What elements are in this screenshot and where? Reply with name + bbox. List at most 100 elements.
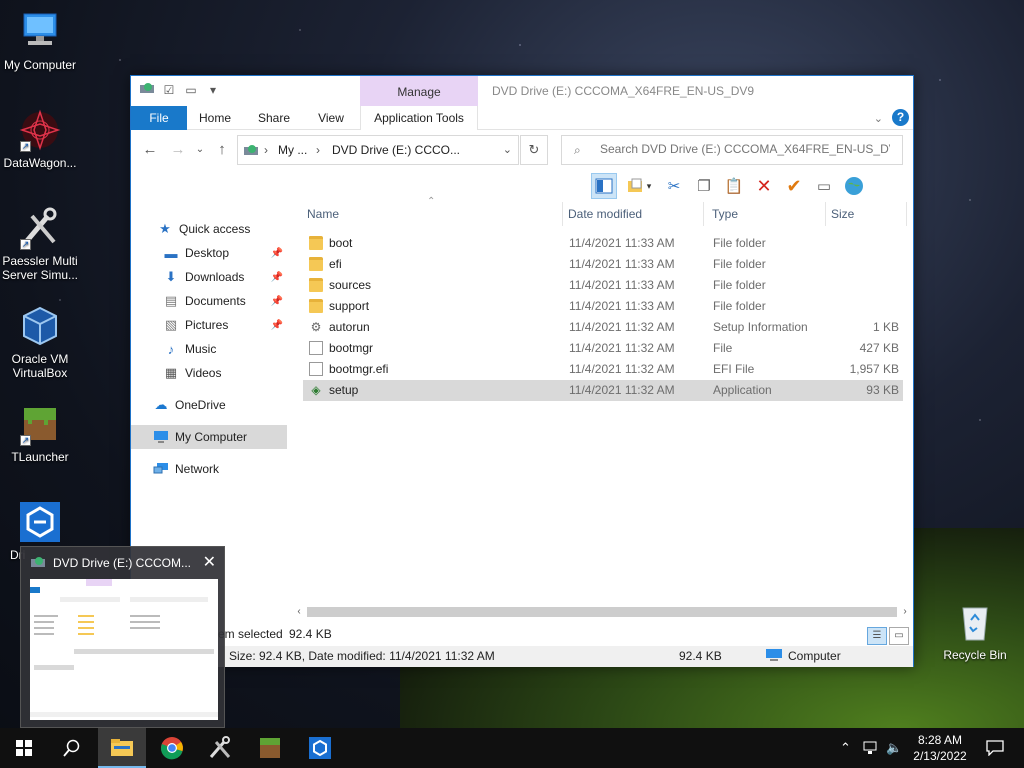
cut-icon[interactable]: ✂ <box>661 173 687 199</box>
ribbon-tabs: File Home Share View Application Tools <box>131 106 913 130</box>
clock[interactable]: 8:28 AM 2/13/2022 <box>908 732 972 764</box>
title-bar: ☑ ▭ ▾ Manage DVD Drive (E:) CCCOMA_X64FR… <box>131 76 913 106</box>
column-header-size[interactable]: Size <box>827 202 907 226</box>
customize-qat-icon[interactable]: ▾ <box>205 82 221 98</box>
breadcrumb-dvd-drive[interactable]: DVD Drive (E:) CCCO... <box>332 143 460 157</box>
nav-item-documents[interactable]: ▤ Documents 📌 <box>131 289 287 313</box>
nav-item-pictures[interactable]: ▧ Pictures 📌 <box>131 313 287 337</box>
file-row[interactable]: efi 11/4/2021 11:33 AM File folder <box>303 254 903 275</box>
column-header-type[interactable]: Type <box>708 202 826 226</box>
start-button[interactable] <box>0 728 48 768</box>
file-size: 1,957 KB <box>849 362 899 376</box>
search-button[interactable] <box>48 728 96 768</box>
large-icons-view-icon[interactable]: ▭ <box>889 627 909 645</box>
desktop-icon-datawagon[interactable]: ↗ DataWagon... <box>0 108 80 170</box>
desktop-icon-paessler[interactable]: ↗ Paessler Multi Server Simu... <box>0 206 80 282</box>
tab-manage[interactable]: Manage <box>360 76 478 106</box>
cloud-icon: ☁ <box>154 397 168 412</box>
command-toolbar: ▾ ✂ ❐ 📋 ✕ ✔ ▭ <box>591 172 867 200</box>
network-tray-icon[interactable] <box>862 740 880 759</box>
file-explorer-window[interactable]: ☑ ▭ ▾ Manage DVD Drive (E:) CCCOMA_X64FR… <box>130 75 914 667</box>
search-input[interactable] <box>600 142 890 156</box>
nav-quick-access[interactable]: ★ Quick access <box>131 217 287 241</box>
copy-icon[interactable]: ❐ <box>691 173 717 199</box>
breadcrumb-separator-icon[interactable]: › <box>316 143 320 157</box>
shortcut-arrow-icon: ↗ <box>20 435 31 446</box>
search-box[interactable]: ⌕ <box>561 135 903 165</box>
column-header-date[interactable]: Date modified <box>564 202 704 226</box>
file-row[interactable]: sources 11/4/2021 11:33 AM File folder <box>303 275 903 296</box>
notification-icon[interactable] <box>980 728 1010 768</box>
rename-icon[interactable]: ▭ <box>811 173 837 199</box>
back-button[interactable]: ← <box>141 141 159 159</box>
preview-pane-icon[interactable] <box>591 173 617 199</box>
file-type: Setup Information <box>713 320 808 334</box>
volume-icon[interactable]: 🔈 <box>886 740 902 756</box>
computer-icon <box>153 429 169 445</box>
setup-info-icon: ⚙ <box>310 320 322 334</box>
refresh-button[interactable]: ↻ <box>520 135 548 165</box>
search-icon: ⌕ <box>574 143 581 157</box>
help-icon[interactable]: ? <box>892 109 909 126</box>
new-folder-menu-icon[interactable]: ▾ <box>621 173 657 199</box>
file-row[interactable]: bootmgr.efi 11/4/2021 11:32 AM EFI File 1,9… <box>303 359 903 380</box>
nav-my-computer[interactable]: My Computer <box>131 425 287 449</box>
properties-icon[interactable]: ☑ <box>161 82 177 98</box>
file-row[interactable]: support 11/4/2021 11:33 AM File folder <box>303 296 903 317</box>
tab-view[interactable]: View <box>311 106 351 130</box>
details-view-icon[interactable]: ☰ <box>867 627 887 645</box>
select-all-icon[interactable]: ✔ <box>781 173 807 199</box>
pictures-icon: ▧ <box>164 317 178 332</box>
file-row[interactable]: boot 11/4/2021 11:33 AM File folder <box>303 233 903 254</box>
app-icon <box>18 500 62 544</box>
address-bar[interactable]: › My ... › DVD Drive (E:) CCCO... ⌄ <box>237 135 519 165</box>
scrollbar-thumb[interactable] <box>307 607 897 617</box>
nav-item-desktop[interactable]: ▬ Desktop 📌 <box>131 241 287 265</box>
recent-locations-icon[interactable]: ⌄ <box>191 141 209 159</box>
nav-item-videos[interactable]: ▦ Videos <box>131 361 287 385</box>
taskbar-tlauncher[interactable] <box>246 728 294 768</box>
preview-thumbnail[interactable] <box>30 579 218 720</box>
horizontal-scrollbar[interactable]: ‹ › <box>291 604 913 620</box>
navigation-bar: ← → ⌄ ↑ › My ... › DVD Drive (E:) CCCO..… <box>131 132 913 168</box>
videos-icon: ▦ <box>164 365 178 380</box>
taskbar-file-explorer[interactable] <box>98 728 146 768</box>
address-dropdown-icon[interactable]: ⌄ <box>503 143 512 156</box>
star-icon: ★ <box>159 221 171 236</box>
file-row[interactable]: bootmgr 11/4/2021 11:32 AM File 427 KB <box>303 338 903 359</box>
tab-share[interactable]: Share <box>253 106 295 130</box>
taskbar-tools[interactable] <box>196 728 244 768</box>
breadcrumb-my-computer[interactable]: My ... <box>278 143 307 157</box>
location-label: Computer <box>788 649 841 663</box>
scroll-left-icon[interactable]: ‹ <box>291 604 307 620</box>
file-row[interactable]: ⚙ autorun 11/4/2021 11:32 AM Setup Informat… <box>303 317 903 338</box>
desktop-icon-tlauncher[interactable]: ↗ TLauncher <box>0 402 80 464</box>
breadcrumb-separator-icon[interactable]: › <box>264 143 268 157</box>
forward-button[interactable]: → <box>169 141 187 159</box>
new-folder-icon[interactable]: ▭ <box>183 82 199 98</box>
nav-item-music[interactable]: ♪ Music <box>131 337 287 361</box>
tab-application-tools[interactable]: Application Tools <box>360 106 478 130</box>
paste-icon[interactable]: 📋 <box>721 173 747 199</box>
column-header-name[interactable]: Name <box>303 202 563 226</box>
tab-home[interactable]: Home <box>193 106 237 130</box>
delete-icon[interactable]: ✕ <box>751 173 777 199</box>
desktop-icon-virtualbox[interactable]: Oracle VM VirtualBox <box>0 304 80 380</box>
nav-network[interactable]: Network <box>131 457 287 481</box>
taskbar-chrome[interactable] <box>148 728 196 768</box>
taskbar-preview[interactable]: DVD Drive (E:) CCCOM... ✕ <box>20 546 225 728</box>
show-hidden-icons-icon[interactable]: ⌃ <box>840 740 851 756</box>
tab-file[interactable]: File <box>131 106 187 130</box>
desktop-icon-recycle-bin[interactable]: Recycle Bin <box>935 600 1015 662</box>
taskbar-app[interactable] <box>296 728 344 768</box>
close-icon[interactable]: ✕ <box>203 552 216 572</box>
file-row[interactable]: ◈ setup 11/4/2021 11:32 AM Application 93 KB <box>303 380 903 401</box>
globe-icon[interactable] <box>841 173 867 199</box>
desktop-icon-my-computer[interactable]: My Computer <box>0 10 80 72</box>
expand-ribbon-icon[interactable]: ⌄ <box>874 112 883 125</box>
up-button[interactable]: ↑ <box>213 141 231 159</box>
nav-onedrive[interactable]: ☁ OneDrive <box>131 393 287 417</box>
tools-icon <box>209 736 231 758</box>
scroll-right-icon[interactable]: › <box>897 604 913 620</box>
nav-item-downloads[interactable]: ⬇ Downloads 📌 <box>131 265 287 289</box>
